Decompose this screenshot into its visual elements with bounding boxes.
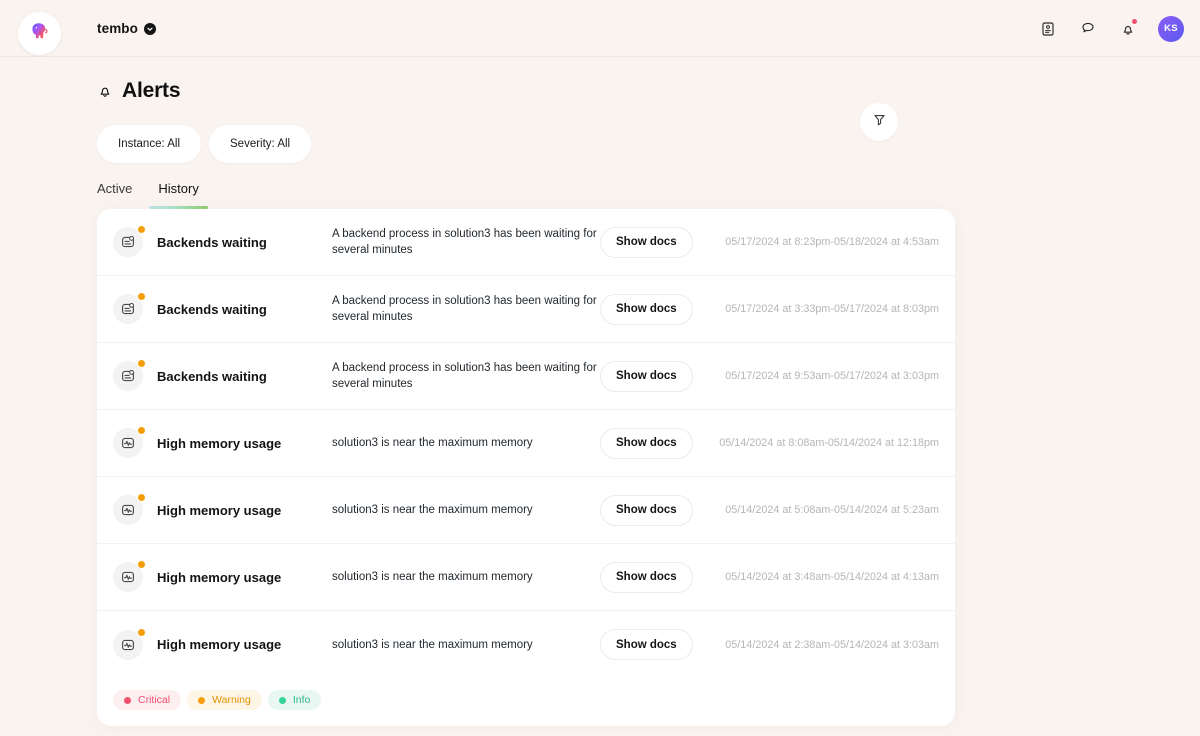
show-docs-button[interactable]: Show docs [600, 360, 693, 392]
severity-dot-warning [137, 359, 146, 368]
chat-button[interactable] [1073, 14, 1103, 44]
legend-label-info: Info [292, 694, 311, 706]
tembo-elephant-logo-icon [28, 19, 52, 48]
workspace-name: tembo [97, 21, 138, 36]
severity-dot-warning [137, 292, 146, 301]
legend-pill-warning[interactable]: Warning [187, 690, 262, 710]
alert-description: solution3 is near the maximum memory [332, 638, 533, 651]
filter-bar: Instance: All Severity: All [0, 103, 898, 163]
show-docs-button[interactable]: Show docs [600, 226, 693, 258]
topbar-actions: KS [1033, 0, 1184, 57]
document-icon [1040, 21, 1056, 37]
page-content: Alerts Instance: All Severity: All Activ… [0, 57, 1200, 736]
severity-dot-warning [137, 426, 146, 435]
alert-timerange: 05/14/2024 at 8:08am-05/14/2024 at 12:18… [719, 437, 939, 449]
severity-legend: Critical Warning Info [97, 678, 955, 726]
tab-history[interactable]: History [149, 181, 209, 209]
tab-active[interactable]: Active [97, 181, 132, 209]
alert-description: solution3 is near the maximum memory [332, 571, 533, 583]
alert-description: solution3 is near the maximum memory [332, 504, 533, 516]
tembo-logo-button[interactable] [18, 12, 61, 55]
alert-icon-wrapper [113, 359, 146, 391]
alert-title: Backends waiting [157, 368, 267, 384]
alert-timerange: 05/14/2024 at 2:38am-05/14/2024 at 3:03a… [725, 638, 939, 651]
severity-dot-warning [137, 493, 146, 502]
alert-icon-wrapper [113, 493, 146, 525]
legend-pill-critical[interactable]: Critical [113, 690, 182, 710]
severity-dot-warning [137, 225, 146, 234]
funnel-icon [872, 112, 887, 132]
alert-icon-wrapper [113, 560, 146, 592]
legend-label-warning: Warning [212, 694, 251, 706]
alert-description: A backend process in solution3 has been … [332, 362, 597, 390]
table-row[interactable]: Backends waiting A backend process in sol… [97, 209, 955, 276]
table-row[interactable]: High memory usage solution3 is near the m… [97, 410, 955, 477]
notifications-button[interactable] [1113, 14, 1143, 44]
critical-dot-icon [124, 696, 131, 704]
page-title: Alerts [122, 79, 181, 102]
alert-timerange: 05/17/2024 at 8:23pm-05/18/2024 at 4:53a… [725, 236, 939, 248]
alert-icon-wrapper [113, 225, 146, 257]
table-row[interactable]: Backends waiting A backend process in sol… [97, 343, 955, 410]
show-docs-button[interactable]: Show docs [600, 561, 693, 593]
info-dot-icon [278, 696, 286, 704]
table-row[interactable]: High memory usage solution3 is near the m… [97, 544, 955, 611]
page-header: Alerts [0, 57, 1200, 103]
chat-bubble-icon [1080, 20, 1097, 37]
alerts-bell-icon [97, 83, 113, 99]
show-docs-button[interactable]: Show docs [600, 494, 693, 526]
alert-description: solution3 is near the maximum memory [332, 437, 533, 449]
alert-title: High memory usage [157, 435, 282, 451]
docs-button[interactable] [1033, 14, 1063, 44]
alert-title: High memory usage [157, 502, 282, 518]
alert-timerange: 05/17/2024 at 9:53am-05/17/2024 at 3:03p… [725, 370, 939, 382]
show-docs-button[interactable]: Show docs [600, 629, 693, 660]
alert-icon-wrapper [113, 627, 146, 660]
legend-pill-info[interactable]: Info [267, 690, 322, 710]
alert-title: Backends waiting [157, 301, 267, 317]
legend-label-critical: Critical [138, 694, 171, 706]
severity-dot-warning [137, 560, 146, 569]
top-navigation-bar: tembo KS [0, 0, 1200, 57]
alert-title: High memory usage [157, 569, 282, 585]
table-row[interactable]: Backends waiting A backend process in sol… [97, 276, 955, 343]
alerts-card: Backends waiting A backend process in sol… [97, 209, 955, 726]
show-docs-button[interactable]: Show docs [600, 427, 693, 459]
alert-icon-wrapper [113, 292, 146, 324]
alerts-tabs: Active History [0, 163, 858, 209]
alert-timerange: 05/14/2024 at 5:08am-05/14/2024 at 5:23a… [725, 504, 939, 516]
alert-title: High memory usage [157, 637, 282, 652]
alert-description: A backend process in solution3 has been … [332, 228, 597, 256]
alert-timerange: 05/17/2024 at 3:33pm-05/17/2024 at 8:03p… [725, 303, 939, 315]
alert-title: Backends waiting [157, 234, 267, 250]
workspace-switcher[interactable]: tembo [97, 0, 156, 57]
table-row[interactable]: High memory usage solution3 is near the m… [97, 611, 955, 678]
filter-settings-button[interactable] [860, 103, 898, 141]
alerts-list: Backends waiting A backend process in sol… [97, 209, 955, 678]
chevron-down-icon [144, 22, 156, 35]
alert-icon-wrapper [113, 426, 146, 458]
filter-chip-severity[interactable]: Severity: All [209, 125, 312, 163]
filter-chip-instance[interactable]: Instance: All [97, 125, 202, 163]
notification-badge-dot [1132, 18, 1137, 24]
alert-description: A backend process in solution3 has been … [332, 295, 597, 323]
table-row[interactable]: High memory usage solution3 is near the m… [97, 477, 955, 544]
warning-dot-icon [198, 696, 206, 704]
avatar[interactable]: KS [1158, 15, 1184, 42]
alert-timerange: 05/14/2024 at 3:48am-05/14/2024 at 4:13a… [725, 571, 939, 583]
show-docs-button[interactable]: Show docs [600, 293, 693, 325]
severity-dot-warning [137, 627, 146, 637]
